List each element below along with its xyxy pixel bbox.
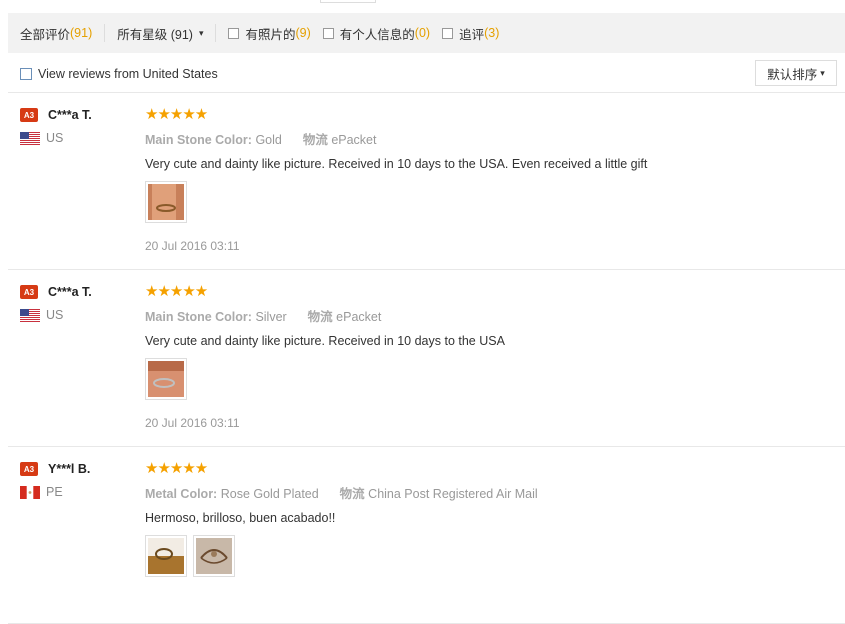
attribute-value: Rose Gold Plated [220, 487, 319, 501]
review-text: Very cute and dainty like picture. Recei… [145, 157, 648, 171]
review-text: Hermoso, brilloso, buen acabado!! [145, 511, 336, 525]
shipping-value: ePacket [336, 310, 382, 324]
country-filter-row: View reviews from United States 默认排序 ▾ [8, 56, 845, 93]
star-rating: ★★★★★ [145, 283, 208, 300]
attribute-value: Gold [255, 133, 282, 147]
shipping-key: 物流 [307, 310, 333, 324]
review-content: ★★★★★ Main Stone Color: Silver 物流 ePacke… [145, 284, 505, 430]
review-photos [145, 181, 647, 223]
chevron-down-icon: ▾ [820, 67, 825, 78]
bracelet-photo-icon [196, 538, 232, 574]
ring-photo-icon [148, 184, 184, 220]
personal-info-checkbox[interactable] [322, 27, 334, 39]
sort-dropdown[interactable]: 默认排序 ▾ [755, 60, 837, 86]
attribute-key: Metal Color: [145, 487, 218, 501]
review-date: 20 Jul 2016 03:11 [145, 239, 240, 253]
review-content: ★★★★★ Main Stone Color: Gold 物流 ePacket … [145, 107, 647, 253]
reviewer-country: US [46, 131, 64, 145]
level-badge: A3 [20, 108, 38, 122]
level-badge: A3 [20, 285, 38, 299]
attribute-value: Silver [255, 310, 287, 324]
reviewer-name: C***a T. [48, 108, 92, 122]
reviewer-name: Y***l B. [48, 462, 91, 476]
sort-label: 默认排序 [767, 67, 818, 82]
filter-followup[interactable]: 追评 (3) [442, 24, 499, 43]
divider [104, 24, 106, 42]
level-badge: A3 [20, 462, 38, 476]
divider [215, 24, 217, 42]
reviewer-country: US [46, 308, 64, 322]
review-item: A3 C***a T. US ★★★★★ Main Stone Color: S… [8, 270, 845, 447]
review-item: A3 Y***l B. PE ★★★★★ Metal Color: Rose G… [8, 447, 845, 624]
product-attributes: Main Stone Color: Gold 物流 ePacket [145, 129, 647, 148]
filter-star-label: 所有星级 (91) [117, 27, 193, 42]
bracelet-photo-icon [148, 538, 184, 574]
product-attributes: Metal Color: Rose Gold Plated 物流 China P… [145, 483, 538, 502]
review-item: A3 C***a T. US ★★★★★ Main Stone Color: G… [8, 93, 845, 270]
star-rating: ★★★★★ [145, 106, 208, 123]
filter-followup-count: (3) [484, 26, 500, 40]
reviewer-name: C***a T. [48, 285, 92, 299]
filter-followup-label: 追评 [459, 27, 485, 42]
review-photo-thumbnail[interactable] [193, 535, 235, 577]
ring-photo-icon [148, 361, 184, 397]
filter-photo-label: 有照片的 [245, 27, 296, 42]
us-flag-icon [20, 132, 40, 145]
product-attributes: Main Stone Color: Silver 物流 ePacket [145, 306, 505, 325]
filter-all-reviews[interactable]: 全部评价 (91) [20, 24, 92, 43]
chevron-down-icon: ▾ [198, 27, 204, 38]
filter-all-count: (91) [70, 26, 93, 40]
shipping-value: China Post Registered Air Mail [368, 487, 538, 501]
followup-checkbox[interactable] [442, 27, 454, 39]
star-rating: ★★★★★ [145, 460, 208, 477]
review-content: ★★★★★ Metal Color: Rose Gold Plated 物流 C… [145, 461, 538, 577]
review-filter-bar: 全部评价 (91) 所有星级 (91) ▾ 有照片的 (9) 有个人信息的 (0… [8, 13, 845, 53]
attribute-key: Main Stone Color: [145, 133, 252, 147]
shipping-value: ePacket [331, 133, 377, 147]
shipping-key: 物流 [339, 487, 365, 501]
review-date: 20 Jul 2016 03:11 [145, 416, 240, 430]
filter-all-label: 全部评价 [20, 27, 71, 42]
top-tab-edge [320, 0, 376, 3]
reviewer-info: A3 C***a T. US [20, 108, 92, 145]
attribute-key: Main Stone Color: [145, 310, 252, 324]
filter-star-dropdown[interactable]: 所有星级 (91) ▾ [117, 24, 203, 43]
country-filter-label[interactable]: View reviews from United States [38, 67, 218, 81]
review-photos [145, 535, 538, 577]
review-text: Very cute and dainty like picture. Recei… [145, 334, 505, 348]
reviewer-info: A3 C***a T. US [20, 285, 92, 322]
us-flag-icon [20, 309, 40, 322]
filter-with-photos[interactable]: 有照片的 (9) [228, 24, 311, 43]
review-photo-thumbnail[interactable] [145, 181, 187, 223]
review-photos [145, 358, 505, 400]
pe-flag-icon [20, 486, 40, 499]
filter-personal-label: 有个人信息的 [339, 27, 415, 42]
country-filter-checkbox[interactable] [20, 68, 32, 80]
photo-checkbox[interactable] [228, 27, 240, 39]
reviewer-info: A3 Y***l B. PE [20, 462, 90, 499]
review-photo-thumbnail[interactable] [145, 535, 187, 577]
reviewer-country: PE [46, 485, 63, 499]
review-photo-thumbnail[interactable] [145, 358, 187, 400]
filter-personal-count: (0) [414, 26, 431, 40]
filter-personal-info[interactable]: 有个人信息的 (0) [322, 24, 431, 43]
shipping-key: 物流 [302, 133, 328, 147]
filter-photo-count: (9) [295, 26, 311, 40]
